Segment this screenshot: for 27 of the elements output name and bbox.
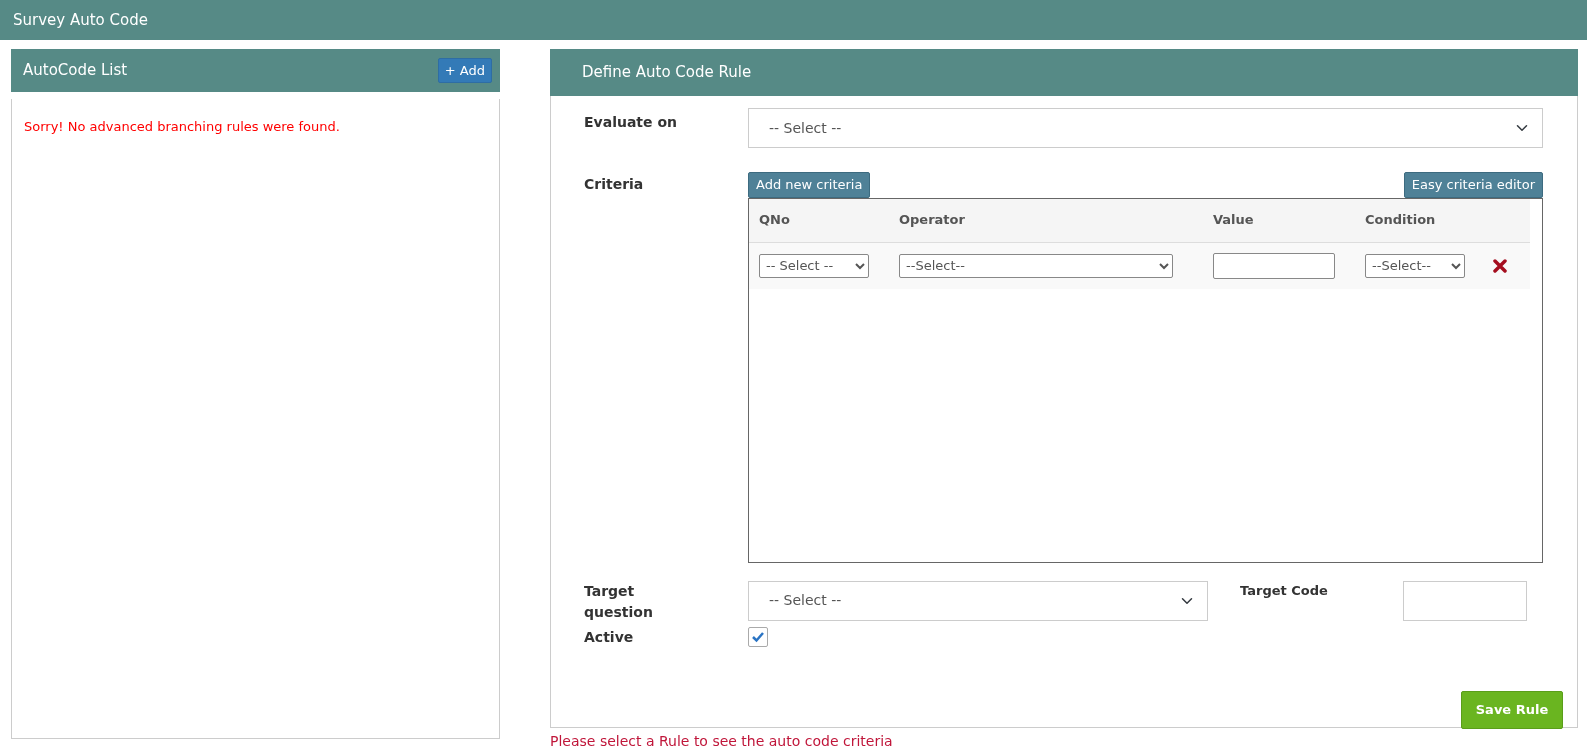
panel-title: AutoCode List: [23, 60, 128, 82]
target-question-select[interactable]: -- Select --: [748, 580, 1208, 621]
status-message: Please select a Rule to see the auto code criteria: [550, 732, 894, 749]
column-header: QNo: [758, 211, 791, 230]
condition-select[interactable]: --Select--: [1365, 253, 1465, 278]
panel-title: Define Auto Code Rule: [582, 62, 752, 84]
target-code-field[interactable]: [1403, 580, 1527, 621]
add-criteria-button[interactable]: Add new criteria: [748, 172, 871, 198]
column-header: Operator: [898, 211, 966, 230]
column-header: Value: [1212, 211, 1255, 230]
field-label: Target Code: [1240, 581, 1329, 600]
delete-icon[interactable]: [1493, 258, 1507, 273]
field-label: Target question: [584, 581, 654, 622]
operator-select[interactable]: --Select--: [899, 253, 1173, 278]
qno-select[interactable]: -- Select --: [759, 253, 869, 278]
field-label: Active: [584, 627, 635, 647]
checkmark-icon: [751, 631, 765, 643]
evaluate-on-select[interactable]: -- Select --: [748, 108, 1543, 148]
app-title: Survey Auto Code: [13, 9, 148, 31]
empty-message: Sorry! No advanced branching rules were found.: [24, 119, 340, 134]
criteria-editor-button[interactable]: Easy criteria editor: [1403, 172, 1543, 198]
value-field[interactable]: [1213, 252, 1335, 279]
field-label: Evaluate on: [584, 113, 678, 132]
add-button[interactable]: + Add: [437, 57, 492, 84]
active-checkbox[interactable]: [748, 627, 768, 647]
column-header: Condition: [1364, 211, 1437, 230]
field-label: Criteria: [584, 175, 645, 194]
